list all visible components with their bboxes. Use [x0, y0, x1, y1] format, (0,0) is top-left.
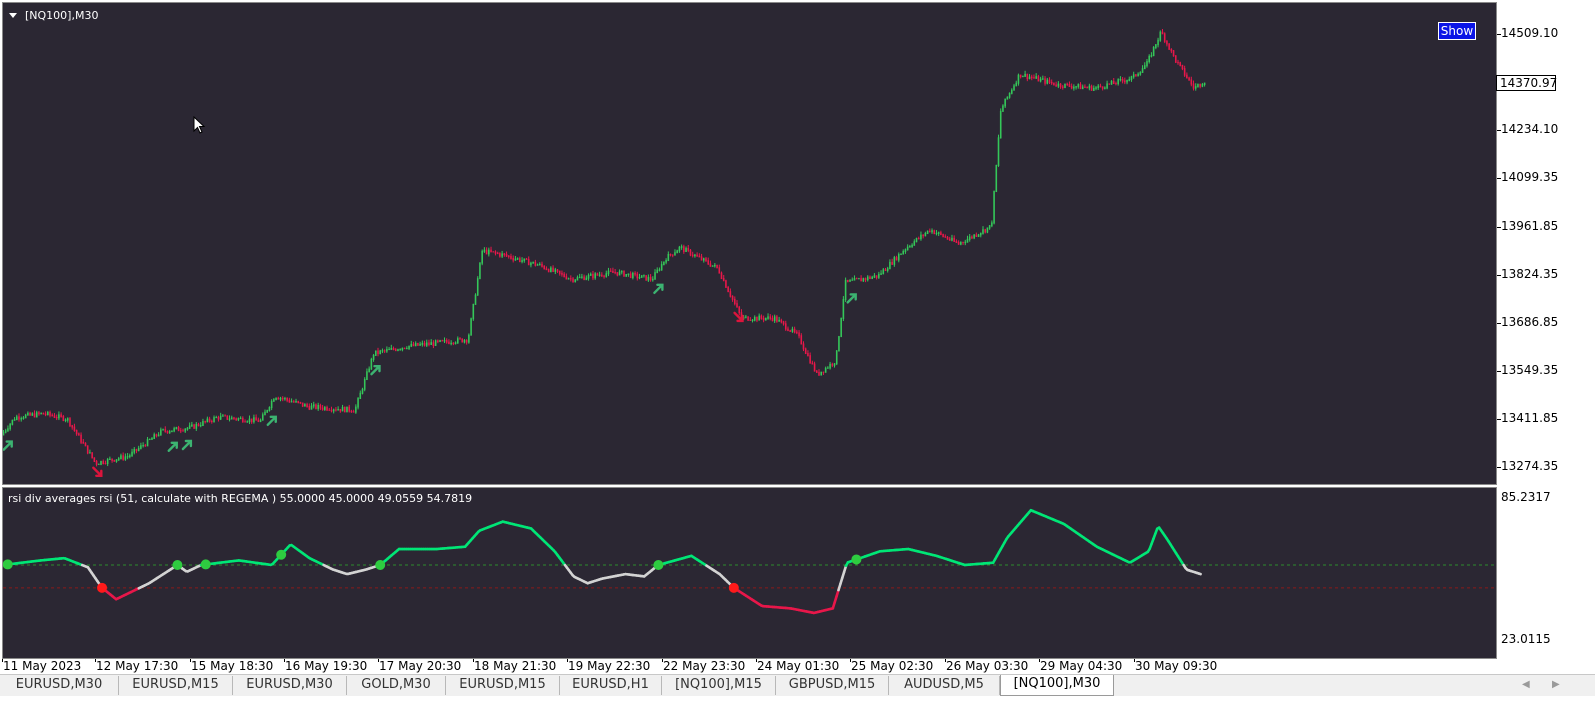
time-label: 29 May 04:30 — [1040, 659, 1123, 673]
rsi-indicator-canvas[interactable] — [3, 488, 1496, 658]
rsi-signal-dot — [653, 559, 664, 570]
time-label: 17 May 20:30 — [379, 659, 462, 673]
price-label: 13549.35 — [1501, 363, 1559, 377]
time-label: 25 May 02:30 — [851, 659, 934, 673]
sell-signal-arrow — [92, 466, 103, 477]
tab-scroll-right-icon[interactable]: ▶ — [1552, 679, 1560, 690]
chart-tab[interactable]: EURUSD,H1 — [560, 676, 662, 695]
time-axis[interactable]: 11 May 2023 12 May 17:30 15 May 18:30 16… — [0, 659, 1595, 674]
price-label: 14234.10 — [1501, 122, 1559, 136]
buy-signal-arrow — [181, 439, 193, 451]
price-label: 13686.85 — [1501, 315, 1559, 329]
buy-signal-arrow — [3, 440, 13, 451]
current-price-label: 14370.97 — [1496, 75, 1557, 91]
price-scale[interactable]: 14509.10 14234.10 14099.35 13961.85 1382… — [1497, 0, 1595, 487]
chart-tab[interactable]: EURUSD,M15 — [446, 676, 560, 695]
time-label: 24 May 01:30 — [757, 659, 840, 673]
price-label: 13274.35 — [1501, 459, 1559, 473]
time-label: 15 May 18:30 — [191, 659, 274, 673]
indicator-scale[interactable]: 85.2317 23.0115 — [1497, 487, 1595, 659]
time-label: 30 May 09:30 — [1135, 659, 1218, 673]
time-label: 22 May 23:30 — [663, 659, 746, 673]
buy-signal-arrow — [266, 415, 277, 427]
rsi-signal-dot — [172, 559, 183, 570]
time-label: 26 May 03:30 — [946, 659, 1029, 673]
chart-tab[interactable]: GBPUSD,M15 — [776, 676, 889, 695]
chart-tab-active[interactable]: [NQ100],M30 — [1000, 675, 1114, 696]
rsi-signal-dot — [97, 582, 108, 593]
price-label: 14509.10 — [1501, 26, 1559, 40]
price-label: 13411.85 — [1501, 411, 1559, 425]
indicator-title: rsi div averages rsi (51, calculate with… — [8, 492, 473, 505]
indicator-max-label: 85.2317 — [1501, 490, 1551, 504]
price-chart-pane[interactable]: [NQ100],M30 Show — [2, 2, 1497, 485]
chart-menu-triangle-icon[interactable] — [9, 13, 17, 18]
price-label: 14099.35 — [1501, 170, 1559, 184]
time-label: 18 May 21:30 — [474, 659, 557, 673]
chart-tab[interactable]: GOLD,M30 — [347, 676, 446, 695]
chart-tab[interactable]: [NQ100],M15 — [662, 676, 776, 695]
price-label: 13961.85 — [1501, 219, 1559, 233]
rsi-indicator-pane[interactable]: rsi div averages rsi (51, calculate with… — [2, 487, 1497, 659]
buy-signal-arrow — [370, 364, 381, 376]
chart-tab-bar: EURUSD,M30 EURUSD,M15 EURUSD,M30 GOLD,M3… — [0, 674, 1595, 696]
show-button[interactable]: Show — [1438, 22, 1476, 40]
buy-signal-arrow — [846, 293, 857, 304]
chart-tab[interactable]: EURUSD,M15 — [119, 676, 233, 695]
time-label: 11 May 2023 — [3, 659, 82, 673]
price-chart-canvas[interactable] — [3, 3, 1496, 484]
chart-symbol-title: [NQ100],M30 — [25, 9, 99, 22]
tab-scroll-left-icon[interactable]: ◀ — [1522, 679, 1530, 690]
time-label: 16 May 19:30 — [285, 659, 368, 673]
buy-signal-arrow — [653, 283, 664, 294]
terminal-window: [NQ100],M30 Show rsi div averages rsi (5… — [0, 0, 1595, 710]
mouse-pointer-icon — [193, 116, 206, 134]
chart-tab[interactable]: EURUSD,M30 — [233, 676, 347, 695]
rsi-signal-dot — [200, 559, 211, 570]
time-label: 12 May 17:30 — [96, 659, 179, 673]
chart-tab[interactable]: AUDUSD,M5 — [889, 676, 1000, 695]
status-strip — [0, 696, 1595, 710]
rsi-signal-dot — [851, 554, 862, 565]
rsi-signal-dot — [3, 559, 13, 570]
price-label: 13824.35 — [1501, 267, 1559, 281]
rsi-line-segment — [1197, 572, 1202, 576]
indicator-min-label: 23.0115 — [1501, 632, 1551, 646]
rsi-signal-dot — [276, 549, 287, 560]
time-label: 19 May 22:30 — [568, 659, 651, 673]
rsi-signal-dot — [375, 559, 386, 570]
buy-signal-arrow — [167, 441, 178, 452]
chart-tab[interactable]: EURUSD,M30 — [0, 676, 119, 695]
rsi-signal-dot — [728, 582, 739, 593]
